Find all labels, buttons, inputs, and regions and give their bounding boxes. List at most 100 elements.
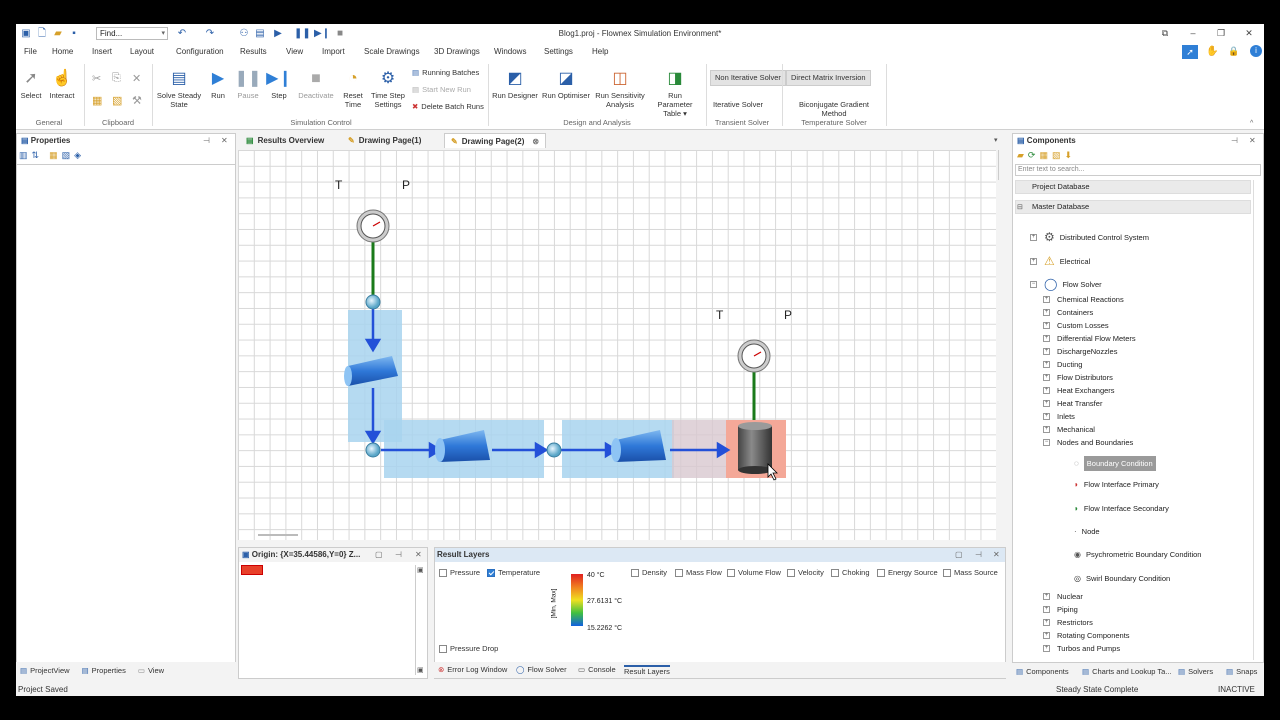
checkbox[interactable] [439,569,447,578]
tree-item-category[interactable]: − Nodes and Boundaries [1043,438,1133,447]
delete-batch-runs-button[interactable]: ✖ Delete Batch Runs [412,102,484,111]
checkbox[interactable] [675,569,683,578]
tree-item-category[interactable]: + Inlets [1043,412,1075,421]
menu-help[interactable]: Help [592,47,608,56]
tab-solvers[interactable]: ▤ Solvers [1178,667,1213,676]
time-step-settings-button[interactable]: ⚙ Time Step Settings [370,68,406,109]
menu-layout[interactable]: Layout [130,47,154,56]
expand-icon[interactable]: + [1043,593,1050,600]
paste-special-icon[interactable]: ▧ [112,94,122,107]
checkbox[interactable] [877,569,885,578]
lock-icon[interactable]: 🔒 [1228,46,1239,57]
tab-drawing-page-2[interactable]: ✎ Drawing Page(2) ⊗ [444,133,547,148]
pressure-gauge-icon[interactable] [356,209,390,243]
categorized-icon[interactable]: ▥ [19,150,28,162]
interact-button[interactable]: ☝ Interact [46,68,78,100]
node-icon[interactable] [365,442,381,458]
expand-icon[interactable]: + [1043,413,1050,420]
zoom-icon[interactable]: ▣ [417,666,424,674]
hand-tool-icon[interactable]: ✋ [1206,46,1218,57]
menu-home[interactable]: Home [52,47,73,56]
expand-icon[interactable]: + [1043,645,1050,652]
tab-properties[interactable]: ▤ Properties [82,666,126,675]
info-icon[interactable]: i [1250,45,1262,57]
tree-item-component[interactable]: ◗ Flow Interface Primary [1074,480,1159,489]
tree-item-category[interactable]: + Flow Distributors [1043,373,1113,382]
drawing-canvas[interactable]: T P T P [238,150,996,540]
menu-scale-drawings[interactable]: Scale Drawings [364,47,420,56]
tree-item-top[interactable]: − ◯ Flow Solver [1030,277,1102,291]
tree-item-category[interactable]: + Heat Exchangers [1043,386,1115,395]
tab-charts-lookup[interactable]: ▤ Charts and Lookup Ta... [1082,667,1172,676]
tree-item-component[interactable]: ◗ Flow Interface Secondary [1074,504,1169,513]
run-designer-button[interactable]: ◩ Run Designer [492,68,538,100]
pressure-gauge-icon[interactable] [737,339,771,373]
filter-icon[interactable]: ▦ [49,150,58,162]
layer-choking-checkbox[interactable]: Choking [831,568,870,578]
tab-view[interactable]: ▭ View [138,666,164,675]
pin-icon[interactable]: ⊣ [203,136,210,145]
tab-results-overview[interactable]: ▤ Results Overview [240,133,330,148]
restore-layout-icon[interactable]: ⧉ [1158,27,1172,39]
biconjugate-gradient-button[interactable]: Biconjugate Gradient Method [786,100,882,118]
tree-item-category[interactable]: + Ducting [1043,360,1082,369]
tab-project-view[interactable]: ▤ ProjectView [20,666,70,675]
run-button[interactable]: ▶ Run [206,68,230,100]
tab-result-layers[interactable]: Result Layers [624,665,670,676]
expand-icon[interactable]: + [1043,606,1050,613]
layer-energy-source-checkbox[interactable]: Energy Source [877,568,938,578]
master-database-header[interactable]: Master Database [1015,200,1251,214]
sort-icon[interactable]: ⇅ [32,150,40,162]
tree-item-top[interactable]: + ⚙ Distributed Control System [1030,230,1149,244]
paste-icon[interactable]: ▦ [92,94,102,107]
folder-icon[interactable]: ▰ [1017,150,1024,161]
run-parameter-table-button[interactable]: ◨ Run Parameter Table ▾ [650,68,700,118]
float-icon[interactable]: ▢ [375,550,383,559]
layer-mass-source-checkbox[interactable]: Mass Source [943,568,998,578]
expand-icon[interactable]: + [1043,322,1050,329]
pin-icon[interactable]: ⊣ [975,550,982,559]
tree-scrollbar[interactable] [1253,180,1259,660]
close-icon[interactable]: ✕ [221,136,228,145]
tree-item-component[interactable]: ◉ Psychrometric Boundary Condition [1074,550,1201,559]
tree-item-category[interactable]: + Heat Transfer [1043,399,1102,408]
menu-windows[interactable]: Windows [494,47,526,56]
tree-item-component[interactable]: · Node [1074,527,1100,536]
project-database-header[interactable]: Project Database [1015,180,1251,194]
layer-density-checkbox[interactable]: Density [631,568,667,578]
tab-components[interactable]: ▤ Components [1016,667,1069,676]
tree-item-category[interactable]: + Piping [1043,605,1078,614]
tab-console[interactable]: ▭ Console [578,665,616,674]
step-button[interactable]: ▶❙ Step [266,68,292,100]
menu-3d-drawings[interactable]: 3D Drawings [434,47,480,56]
layer-temperature-checkbox[interactable]: Temperature [487,568,540,578]
layer-velocity-checkbox[interactable]: Velocity [787,568,824,578]
layer-pressure-checkbox[interactable]: Pressure [439,568,480,578]
pin-icon[interactable]: ⊣ [1231,136,1238,145]
checkbox[interactable] [439,645,447,654]
iterative-solver-button[interactable]: Iterative Solver [710,100,766,109]
expand-icon[interactable]: + [1043,632,1050,639]
overview-thumbnail[interactable] [241,565,263,575]
expand-icon[interactable]: + [1030,257,1037,265]
checkbox[interactable] [631,569,639,578]
expand-icon[interactable]: + [1030,233,1037,241]
select-button[interactable]: ➚ Select [18,68,44,100]
expand-icon[interactable]: + [1043,619,1050,626]
overview-scrollbar[interactable] [415,565,425,675]
node-icon[interactable] [546,442,562,458]
expand-icon[interactable]: + [1043,426,1050,433]
tree-item-category[interactable]: + Custom Losses [1043,321,1109,330]
collapse-icon[interactable]: ⊟ [1017,203,1023,211]
tab-drawing-page-1[interactable]: ✎ Drawing Page(1) [342,133,427,148]
pause-button[interactable]: ❚❚ Pause [234,68,262,100]
vertical-scrollbar[interactable] [998,150,1008,180]
tree-item-category[interactable]: + DischargeNozzles [1043,347,1117,356]
tab-snaps[interactable]: ▤ Snaps [1226,667,1257,676]
pin-icon[interactable]: ⊣ [395,550,402,559]
tree-item-component[interactable]: ◎ Swirl Boundary Condition [1074,574,1170,583]
checkbox[interactable] [787,569,795,578]
format-painter-icon[interactable]: ⚒ [132,94,142,107]
checkbox[interactable] [487,569,495,578]
minimize-button[interactable]: – [1186,27,1200,39]
